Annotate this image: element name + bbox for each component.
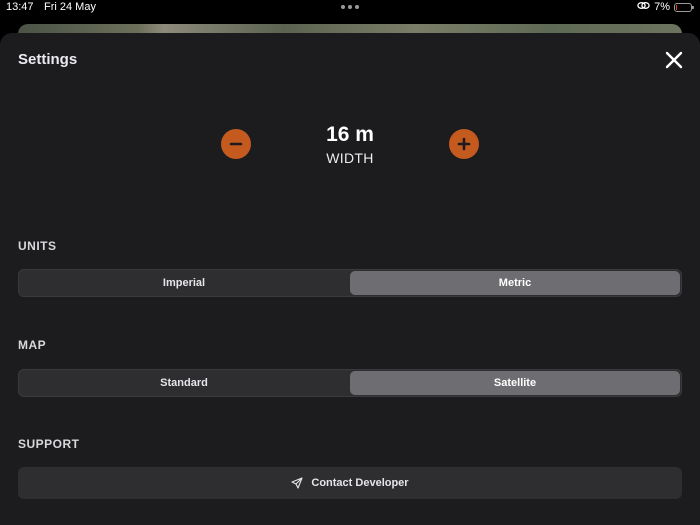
close-icon bbox=[665, 51, 683, 69]
map-segmented-control: Standard Satellite bbox=[18, 369, 682, 397]
status-time: 13:47 bbox=[6, 1, 34, 13]
close-button[interactable] bbox=[663, 49, 685, 71]
increase-width-button[interactable] bbox=[449, 129, 479, 159]
width-label: WIDTH bbox=[326, 150, 374, 166]
segment-satellite[interactable]: Satellite bbox=[350, 371, 680, 395]
minus-icon bbox=[229, 142, 243, 146]
battery-icon bbox=[674, 2, 694, 12]
contact-developer-label: Contact Developer bbox=[311, 477, 409, 489]
contact-developer-button[interactable]: Contact Developer bbox=[18, 467, 682, 499]
segment-imperial[interactable]: Imperial bbox=[19, 270, 349, 296]
screen: 13:47 Fri 24 May 7% Settings 16 m WIDTH … bbox=[0, 0, 700, 525]
battery-level bbox=[676, 4, 677, 10]
status-bar: 13:47 Fri 24 May 7% bbox=[0, 0, 700, 16]
status-indicators: 7% bbox=[637, 1, 694, 13]
link-icon bbox=[637, 1, 650, 13]
segment-metric[interactable]: Metric bbox=[350, 271, 680, 295]
units-heading: UNITS bbox=[18, 239, 57, 253]
units-segmented-control: Imperial Metric bbox=[18, 269, 682, 297]
battery-percent: 7% bbox=[654, 1, 670, 13]
multitasking-dots[interactable] bbox=[341, 5, 359, 9]
width-value: 16 m bbox=[326, 123, 374, 146]
decrease-width-button[interactable] bbox=[221, 129, 251, 159]
map-heading: MAP bbox=[18, 338, 47, 352]
sheet-title: Settings bbox=[18, 51, 78, 68]
segment-standard[interactable]: Standard bbox=[19, 370, 349, 396]
status-date: Fri 24 May bbox=[44, 1, 96, 13]
plus-icon bbox=[457, 137, 471, 151]
paper-plane-icon bbox=[291, 477, 303, 489]
settings-sheet: Settings 16 m WIDTH UNITS Imperial Metri… bbox=[0, 33, 700, 525]
support-heading: SUPPORT bbox=[18, 437, 80, 451]
